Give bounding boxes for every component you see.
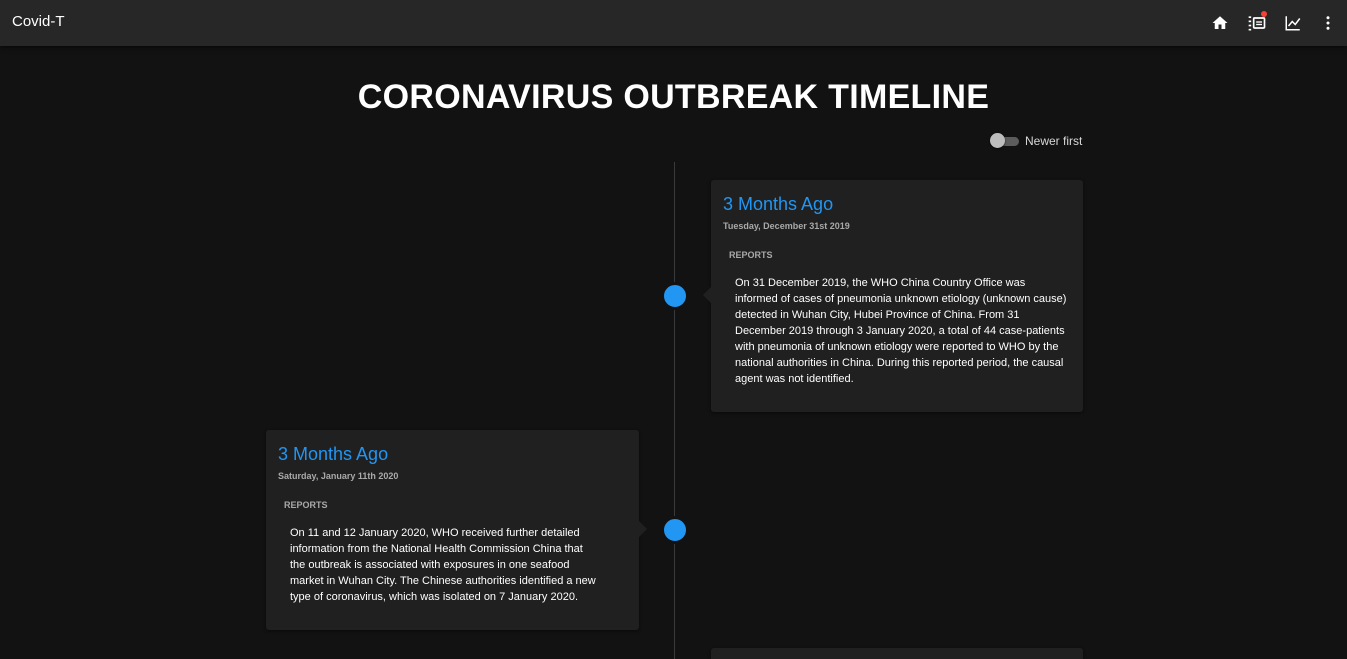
timeline-card: 3 Months Ago Tuesday, December 31st 2019…: [703, 180, 1083, 412]
timeline-list-icon[interactable]: [1245, 11, 1269, 35]
notification-badge: [1261, 11, 1267, 17]
card-text: On 31 December 2019, the WHO China Count…: [735, 277, 1067, 385]
card-section-label: REPORTS: [284, 500, 328, 510]
home-icon[interactable]: [1208, 11, 1232, 35]
more-vertical-icon[interactable]: [1316, 11, 1340, 35]
timeline-line: [674, 162, 675, 659]
card-pointer: [639, 521, 647, 537]
timeline-card: [711, 648, 1083, 659]
timeline-dot: [661, 282, 689, 310]
card-date: Saturday, January 11th 2020: [278, 471, 399, 481]
newer-first-label[interactable]: Newer first: [1025, 134, 1082, 148]
timeline-card: 3 Months Ago Saturday, January 11th 2020…: [266, 430, 647, 630]
card-date: Tuesday, December 31st 2019: [723, 221, 850, 231]
timeline-dot: [661, 516, 689, 544]
card-relative-time: 3 Months Ago: [278, 444, 389, 464]
chart-icon[interactable]: [1281, 11, 1305, 35]
app-title[interactable]: Covid-T: [12, 13, 65, 30]
app-bar: Covid-T: [0, 0, 1347, 46]
card-section-label: REPORTS: [729, 250, 773, 260]
card-text: On 11 and 12 January 2020, WHO received …: [290, 527, 596, 603]
toggle-thumb[interactable]: [990, 133, 1005, 148]
card-pointer: [703, 287, 711, 303]
page-title: CORONAVIRUS OUTBREAK TIMELINE: [357, 78, 990, 116]
card-relative-time: 3 Months Ago: [723, 194, 834, 214]
newer-first-toggle[interactable]: [990, 133, 1020, 149]
